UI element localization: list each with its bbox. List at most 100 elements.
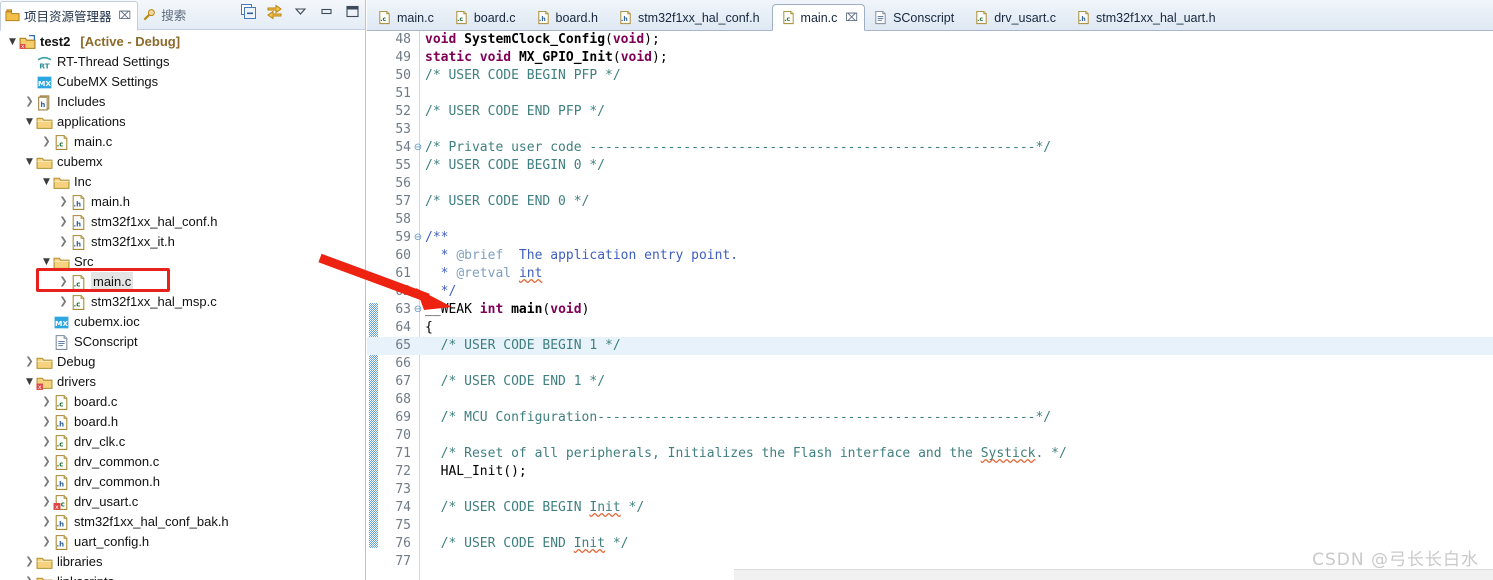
explorer-tab-2[interactable]: 搜索 [138, 1, 192, 29]
tree-item-inc[interactable]: ▼ Inc [0, 172, 365, 192]
chevron-right-icon[interactable]: ❯ [40, 432, 53, 452]
explorer-tab-1[interactable]: 项目资源管理器 ⌧ [0, 0, 139, 31]
tree-item-drv-common-c[interactable]: ❯ .c drv_common.c [0, 452, 365, 472]
chevron-down-icon[interactable]: ▼ [6, 32, 19, 52]
editor-tab-8[interactable]: .h stm32f1xx_hal_uart.h [1068, 5, 1228, 30]
code-line[interactable]: 60 * @brief The application entry point. [367, 247, 1493, 265]
chevron-right-icon[interactable]: ❯ [57, 292, 70, 312]
tree-item-main-c[interactable]: ❯ .c main.c [0, 272, 365, 292]
code-line[interactable]: 63 ⊖ __WEAK int main(void) [367, 301, 1493, 319]
code-line[interactable]: 53 [367, 121, 1493, 139]
chevron-down-icon[interactable]: ▼ [23, 372, 36, 392]
tree-item-debug[interactable]: ❯ Debug [0, 352, 365, 372]
chevron-right-icon[interactable]: ❯ [57, 212, 70, 232]
code-line[interactable]: 56 [367, 175, 1493, 193]
chevron-down-icon[interactable]: ▼ [23, 112, 36, 132]
tree-item-uart-config-h[interactable]: ❯ .h uart_config.h [0, 532, 365, 552]
code-line[interactable]: 70 [367, 427, 1493, 445]
chevron-right-icon[interactable]: ❯ [40, 452, 53, 472]
fold-toggle-icon[interactable]: ⊖ [413, 139, 423, 157]
tree-item-board-h[interactable]: ❯ .h board.h [0, 412, 365, 432]
chevron-down-icon[interactable]: ▼ [23, 152, 36, 172]
editor-tab-2[interactable]: .c board.c [446, 5, 528, 30]
code-line[interactable]: 66 [367, 355, 1493, 373]
tree-item-drv-clk-c[interactable]: ❯ .c drv_clk.c [0, 432, 365, 452]
minimize-icon[interactable] [318, 3, 335, 20]
code-line[interactable]: 52 /* USER CODE END PFP */ [367, 103, 1493, 121]
tree-item-includes[interactable]: ❯ h Includes [0, 92, 365, 112]
code-line[interactable]: 69 /* MCU Configuration-----------------… [367, 409, 1493, 427]
editor-tab-3[interactable]: .h board.h [528, 5, 610, 30]
code-lines[interactable]: 48 void SystemClock_Config(void); 49 static… [367, 31, 1493, 571]
chevron-right-icon[interactable]: ❯ [57, 192, 70, 212]
editor-tab-4[interactable]: .h stm32f1xx_hal_conf.h [610, 5, 772, 30]
code-line[interactable]: 55 /* USER CODE BEGIN 0 */ [367, 157, 1493, 175]
chevron-right-icon[interactable]: ❯ [40, 492, 53, 512]
tree-item-main-c[interactable]: ❯ .c main.c [0, 132, 365, 152]
code-line[interactable]: 58 [367, 211, 1493, 229]
code-line[interactable]: 57 /* USER CODE END 0 */ [367, 193, 1493, 211]
tree-item-stm32f1xx-hal-conf-bak-h[interactable]: ❯ .h stm32f1xx_hal_conf_bak.h [0, 512, 365, 532]
tree-item-stm32f1xx-hal-conf-h[interactable]: ❯ .h stm32f1xx_hal_conf.h [0, 212, 365, 232]
code-viewport[interactable]: 48 void SystemClock_Config(void); 49 static… [367, 31, 1493, 580]
code-line[interactable]: 49 static void MX_GPIO_Init(void); [367, 49, 1493, 67]
tree-item-board-c[interactable]: ❯ .c board.c [0, 392, 365, 412]
code-line[interactable]: 64 { [367, 319, 1493, 337]
tree-item-drv-usart-c[interactable]: ❯ .c x drv_usart.c [0, 492, 365, 512]
editor-tab-5[interactable]: .c main.c ⌧ [771, 4, 866, 31]
code-line[interactable]: 68 [367, 391, 1493, 409]
code-line[interactable]: 48 void SystemClock_Config(void); [367, 31, 1493, 49]
fold-toggle-icon[interactable]: ⊖ [413, 229, 423, 247]
close-icon[interactable]: ⌧ [845, 11, 858, 24]
tree-item-sconscript[interactable]: SConscript [0, 332, 365, 352]
maximize-icon[interactable] [344, 3, 361, 20]
collapse-all-icon[interactable] [240, 3, 257, 20]
editor-tab-7[interactable]: .c drv_usart.c [966, 5, 1068, 30]
code-line[interactable]: 71 /* Reset of all peripherals, Initiali… [367, 445, 1493, 463]
code-line[interactable]: 51 [367, 85, 1493, 103]
code-line[interactable]: 75 [367, 517, 1493, 535]
code-line[interactable]: 61 * @retval int [367, 265, 1493, 283]
tree-item-drivers[interactable]: ▼ x drivers [0, 372, 365, 392]
tree-item-libraries[interactable]: ❯ libraries [0, 552, 365, 572]
code-line[interactable]: 67 /* USER CODE END 1 */ [367, 373, 1493, 391]
chevron-right-icon[interactable]: ❯ [23, 552, 36, 572]
code-line[interactable]: 74 /* USER CODE BEGIN Init */ [367, 499, 1493, 517]
view-menu-icon[interactable] [292, 3, 309, 20]
tree-item-applications[interactable]: ▼ applications [0, 112, 365, 132]
tree-item-cubemx-ioc[interactable]: MX cubemx.ioc [0, 312, 365, 332]
code-line[interactable]: 50 /* USER CODE BEGIN PFP */ [367, 67, 1493, 85]
chevron-right-icon[interactable]: ❯ [40, 412, 53, 432]
tree-item-cubemx[interactable]: ▼ cubemx [0, 152, 365, 172]
link-with-editor-icon[interactable] [266, 3, 283, 20]
tree-item-linkscripts[interactable]: ❯ linkscripts [0, 572, 365, 580]
chevron-right-icon[interactable]: ❯ [23, 572, 36, 580]
chevron-right-icon[interactable]: ❯ [40, 392, 53, 412]
code-line[interactable]: 72 HAL_Init(); [367, 463, 1493, 481]
code-line[interactable]: 65 /* USER CODE BEGIN 1 */ [367, 337, 1493, 355]
chevron-right-icon[interactable]: ❯ [40, 132, 53, 152]
chevron-right-icon[interactable]: ❯ [40, 472, 53, 492]
tree-item-src[interactable]: ▼ Src [0, 252, 365, 272]
close-icon[interactable]: ⌧ [119, 9, 132, 22]
code-line[interactable]: 73 [367, 481, 1493, 499]
tree-item-rt-thread-settings[interactable]: RT RT-Thread Settings [0, 52, 365, 72]
tree-item-cubemx-settings[interactable]: MX CubeMX Settings [0, 72, 365, 92]
tree-item-drv-common-h[interactable]: ❯ .h drv_common.h [0, 472, 365, 492]
chevron-right-icon[interactable]: ❯ [40, 532, 53, 552]
project-tree[interactable]: ▼ x test2 [Active - Debug] RT RT-Thread Setti… [0, 29, 365, 580]
editor-tab-1[interactable]: .c main.c [369, 5, 446, 30]
tree-item-test2[interactable]: ▼ x test2 [Active - Debug] [0, 32, 365, 52]
chevron-right-icon[interactable]: ❯ [23, 352, 36, 372]
chevron-right-icon[interactable]: ❯ [57, 272, 70, 292]
chevron-down-icon[interactable]: ▼ [40, 172, 53, 192]
tree-item-stm32f1xx-it-h[interactable]: ❯ .h stm32f1xx_it.h [0, 232, 365, 252]
chevron-right-icon[interactable]: ❯ [57, 232, 70, 252]
code-line[interactable]: 62 */ [367, 283, 1493, 301]
chevron-right-icon[interactable]: ❯ [23, 92, 36, 112]
tree-item-stm32f1xx-hal-msp-c[interactable]: ❯ .c stm32f1xx_hal_msp.c [0, 292, 365, 312]
fold-toggle-icon[interactable]: ⊖ [413, 301, 423, 319]
tree-item-main-h[interactable]: ❯ .h main.h [0, 192, 365, 212]
code-line[interactable]: 59 ⊖/** [367, 229, 1493, 247]
code-line[interactable]: 54 ⊖/* Private user code ----------------… [367, 139, 1493, 157]
